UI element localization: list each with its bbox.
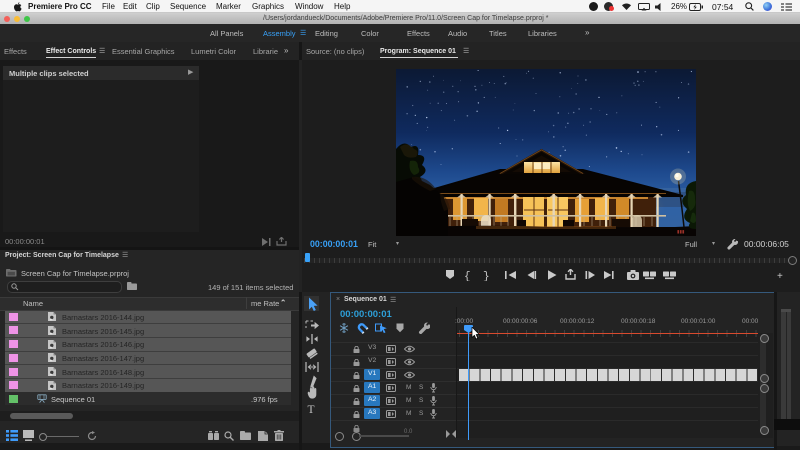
svg-text:▮▮▮: ▮▮▮ (677, 229, 685, 234)
svg-text:}: } (483, 271, 490, 281)
svg-text:{: { (464, 271, 471, 281)
svg-text:T: T (308, 404, 315, 416)
